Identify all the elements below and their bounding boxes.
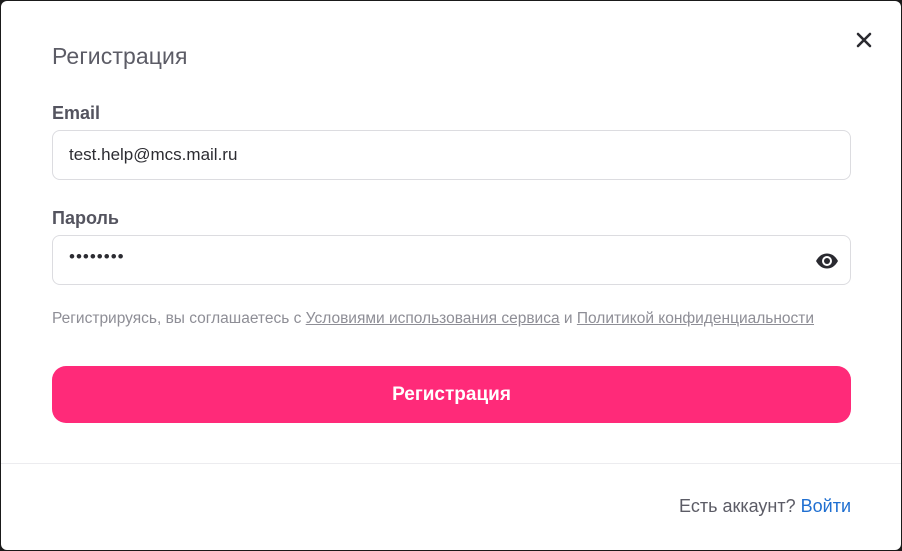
show-password-button[interactable] xyxy=(814,248,840,274)
password-label: Пароль xyxy=(52,208,119,228)
footer: Есть аккаунт? Войти xyxy=(679,496,851,517)
footer-divider xyxy=(1,463,901,464)
eye-icon xyxy=(816,253,838,269)
terms-link[interactable]: Условиями использования сервиса xyxy=(306,310,560,327)
email-value: test.help@mcs.mail.ru xyxy=(69,145,238,164)
register-button[interactable]: Регистрация xyxy=(52,366,851,423)
email-label: Email xyxy=(52,103,101,123)
modal-title: Регистрация xyxy=(52,43,188,69)
registration-modal: Регистрация Email test.help@mcs.mail.ru … xyxy=(1,1,901,550)
password-value: •••••••• xyxy=(69,247,125,266)
privacy-link[interactable]: Политикой конфиденциальности xyxy=(577,310,814,327)
close-icon xyxy=(856,32,872,48)
email-field[interactable]: test.help@mcs.mail.ru xyxy=(52,130,851,180)
footer-question: Есть аккаунт? xyxy=(679,496,801,516)
terms-text: Регистрируясь, вы соглашаетесь с Условия… xyxy=(52,310,814,328)
terms-and: и xyxy=(559,310,577,327)
password-field[interactable]: •••••••• xyxy=(52,235,851,285)
close-button[interactable] xyxy=(853,29,875,51)
terms-prefix: Регистрируясь, вы соглашаетесь с xyxy=(52,310,306,327)
login-link[interactable]: Войти xyxy=(801,496,851,516)
